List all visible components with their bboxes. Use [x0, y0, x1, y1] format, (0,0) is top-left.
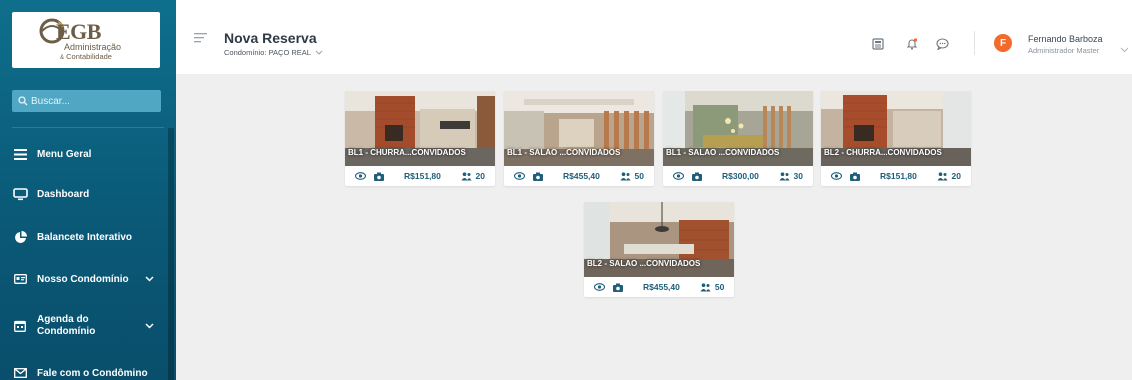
people-icon [461, 171, 472, 180]
sidebar: EGB Administração & Contabilidade Buscar… [0, 0, 176, 380]
space-footer: R$151,80 20 [821, 166, 971, 186]
space-capacity: 20 [951, 171, 961, 181]
user-name[interactable]: Fernando Barboza [1028, 34, 1103, 44]
id-card-icon [12, 271, 28, 287]
capacity: 20 [461, 171, 485, 181]
space-price: R$300,00 [722, 171, 759, 181]
space-photo[interactable]: BL2 - CHURRA...CONVIDADOS [821, 91, 971, 166]
space-caption: BL2 - SALAO ...CONVIDADOS [587, 259, 701, 268]
condo-label: Condomínio: PAÇO REAL [224, 48, 311, 57]
space-card[interactable]: BL1 - SALAO ...CONVIDADOS R$300,00 30 [663, 91, 813, 186]
calendar-icon [12, 318, 28, 334]
hamburger-icon [12, 146, 28, 162]
sidebar-item-label: Nosso Condomínio [37, 273, 129, 285]
sidebar-divider [12, 127, 164, 128]
capacity: 50 [620, 171, 644, 181]
space-photo[interactable]: BL2 - SALAO ...CONVIDADOS [584, 202, 734, 277]
mail-icon [12, 365, 28, 380]
logo-line2: & Contabilidade [60, 52, 112, 61]
space-photo[interactable]: BL1 - CHURRA...CONVIDADOS [345, 91, 495, 166]
people-icon [779, 171, 790, 180]
sidebar-item-menu-geral[interactable]: Menu Geral [12, 146, 160, 162]
monitor-icon [12, 186, 28, 202]
space-footer: R$151,80 20 [345, 166, 495, 186]
space-card[interactable]: BL1 - SALAO ...CONVIDADOS R$455,40 50 [504, 91, 654, 186]
capacity: 20 [937, 171, 961, 181]
reservation-grid: BL1 - CHURRA...CONVIDADOS R$151,80 20 BL… [176, 74, 1132, 380]
user-role: Administrador Master [1028, 46, 1100, 55]
sidebar-item-label-line1: Agenda do [37, 314, 89, 325]
sidebar-item-label: Dashboard [37, 188, 90, 200]
people-icon [700, 282, 711, 291]
menu-toggle-icon[interactable] [194, 30, 207, 48]
chevron-down-icon[interactable] [1120, 40, 1129, 58]
capacity: 50 [700, 282, 724, 292]
eye-icon[interactable] [673, 172, 684, 180]
space-footer: R$455,40 50 [504, 166, 654, 186]
space-photo[interactable]: BL1 - SALAO ...CONVIDADOS [504, 91, 654, 166]
sidebar-item-agenda[interactable]: Agenda do Condomínio [12, 314, 160, 338]
top-bar: Nova Reserva Condomínio: PAÇO REAL F Fer… [176, 0, 1132, 74]
header-divider [974, 31, 975, 55]
space-price: R$151,80 [404, 171, 441, 181]
sidebar-item-label: Fale com o Condômino [37, 367, 148, 379]
camera-icon[interactable] [374, 172, 384, 181]
eye-icon[interactable] [355, 172, 366, 180]
search-input[interactable]: Buscar... [12, 90, 161, 112]
sidebar-item-label-line2: Condomínio [37, 326, 96, 337]
eye-icon[interactable] [831, 172, 842, 180]
space-caption: BL1 - SALAO ...CONVIDADOS [666, 148, 780, 157]
condo-selector[interactable]: Condomínio: PAÇO REAL [224, 48, 323, 57]
camera-icon[interactable] [613, 283, 623, 292]
sidebar-item-label: Menu Geral [37, 148, 92, 160]
space-footer: R$455,40 50 [584, 277, 734, 297]
space-caption: BL1 - CHURRA...CONVIDADOS [348, 148, 466, 157]
sidebar-item-balancete[interactable]: Balancete Interativo [12, 229, 160, 245]
sidebar-item-dashboard[interactable]: Dashboard [12, 186, 160, 202]
page-title: Nova Reserva [224, 30, 317, 46]
capacity: 30 [779, 171, 803, 181]
eye-icon[interactable] [594, 283, 605, 291]
camera-icon[interactable] [850, 172, 860, 181]
space-capacity: 50 [634, 171, 644, 181]
camera-icon[interactable] [533, 172, 543, 181]
space-capacity: 50 [714, 282, 725, 292]
pie-chart-icon [12, 229, 28, 245]
space-caption: BL1 - SALAO ...CONVIDADOS [507, 148, 621, 157]
newspaper-icon[interactable] [872, 37, 884, 55]
search-placeholder: Buscar... [31, 95, 70, 107]
logo-line2-prefix: & [60, 55, 65, 61]
sidebar-item-nosso-condominio[interactable]: Nosso Condomínio [12, 271, 160, 287]
logo[interactable]: EGB Administração & Contabilidade [12, 12, 160, 68]
space-caption: BL2 - CHURRA...CONVIDADOS [824, 148, 942, 157]
space-capacity: 30 [793, 171, 803, 181]
chat-icon[interactable] [936, 37, 949, 55]
sidebar-item-label: Agenda do Condomínio [37, 314, 95, 338]
camera-icon[interactable] [692, 172, 702, 181]
sidebar-item-fale[interactable]: Fale com o Condômino [12, 365, 160, 380]
space-card[interactable]: BL2 - CHURRA...CONVIDADOS R$151,80 20 [821, 91, 971, 186]
space-price: R$151,80 [880, 171, 917, 181]
search-icon [18, 96, 28, 106]
people-icon [620, 171, 631, 180]
chevron-down-icon [145, 274, 154, 285]
egb-logo: EGB Administração & Contabilidade [38, 17, 134, 63]
space-card[interactable]: BL2 - SALAO ...CONVIDADOS R$455,40 50 [584, 202, 734, 297]
space-card[interactable]: BL1 - CHURRA...CONVIDADOS R$151,80 20 [345, 91, 495, 186]
eye-icon[interactable] [514, 172, 525, 180]
people-icon [937, 171, 948, 180]
chevron-down-icon [315, 50, 323, 55]
space-capacity: 20 [475, 171, 485, 181]
sidebar-item-label: Balancete Interativo [37, 231, 133, 243]
sidebar-scrollbar[interactable] [168, 128, 174, 380]
avatar[interactable]: F [994, 34, 1012, 52]
logo-line2-text: Contabilidade [66, 52, 112, 61]
space-photo[interactable]: BL1 - SALAO ...CONVIDADOS [663, 91, 813, 166]
logo-line1: Administração [64, 42, 122, 52]
chevron-down-icon [145, 321, 154, 332]
space-price: R$455,40 [643, 282, 680, 292]
space-price: R$455,40 [563, 171, 600, 181]
bell-icon[interactable] [906, 37, 918, 55]
space-footer: R$300,00 30 [663, 166, 813, 186]
